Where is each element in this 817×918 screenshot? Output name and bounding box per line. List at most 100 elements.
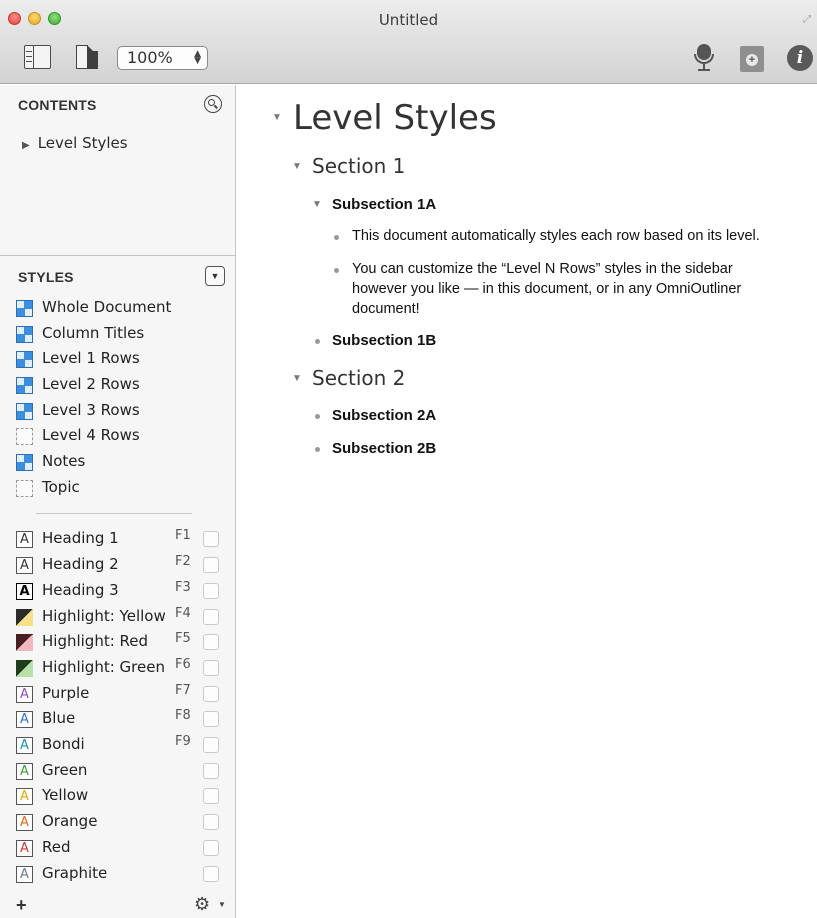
shortcut-key: F3	[175, 580, 191, 595]
outline-row-level-2[interactable]: Section 2	[312, 366, 405, 390]
chevron-down-icon[interactable]: ▼	[218, 900, 226, 909]
style-label: Yellow	[42, 786, 89, 804]
outline-row-level-3[interactable]: Subsection 1A	[332, 196, 436, 213]
bullet-icon	[334, 268, 339, 273]
letter-a-icon: A	[16, 763, 33, 780]
info-icon[interactable]: i	[787, 45, 813, 71]
letter-a-icon: A	[16, 531, 33, 548]
style-checkbox[interactable]	[203, 686, 219, 702]
letter-a-icon: A	[16, 866, 33, 883]
highlight-yellow-icon	[16, 609, 33, 626]
letter-a-icon: A	[16, 788, 33, 805]
highlight-green-icon	[16, 660, 33, 677]
style-checkbox[interactable]	[203, 583, 219, 599]
outline-row-level-3[interactable]: Subsection 2B	[332, 440, 436, 457]
bullet-icon	[334, 235, 339, 240]
contents-item-level-styles[interactable]: ▶ Level Styles	[22, 134, 128, 152]
style-swatch-empty-icon	[16, 480, 33, 497]
style-label: Level 2 Rows	[42, 375, 140, 393]
styles-menu-button[interactable]: ▼	[205, 266, 225, 286]
style-checkbox[interactable]	[203, 660, 219, 676]
gear-icon[interactable]: ⚙	[194, 894, 210, 915]
bullet-icon	[315, 339, 320, 344]
inspector-toggle-icon[interactable]	[76, 45, 98, 69]
contents-item-label: Level Styles	[37, 134, 128, 152]
row-text-line: You can customize the “Level N Rows” sty…	[352, 261, 733, 277]
letter-a-icon: A	[16, 686, 33, 703]
shortcut-key: F2	[175, 554, 191, 569]
style-label: Graphite	[42, 864, 108, 882]
outline-row-level-4[interactable]: This document automatically styles each …	[352, 226, 760, 246]
style-label: Purple	[42, 684, 90, 702]
outline-row-level-3[interactable]: Subsection 1B	[332, 332, 436, 349]
row-text-line: document!	[352, 301, 420, 317]
highlight-red-icon	[16, 634, 33, 651]
style-label: Orange	[42, 812, 98, 830]
style-swatch-icon	[16, 454, 33, 471]
style-label: Level 3 Rows	[42, 401, 140, 419]
style-label: Whole Document	[42, 298, 172, 316]
style-checkbox[interactable]	[203, 788, 219, 804]
shortcut-key: F5	[175, 631, 191, 646]
style-checkbox[interactable]	[203, 711, 219, 727]
style-label: Blue	[42, 709, 76, 727]
add-attachment-icon[interactable]: +	[740, 46, 764, 72]
letter-a-bold-icon: A	[16, 583, 33, 600]
collapse-triangle-icon[interactable]: ▼	[272, 112, 282, 123]
style-label: Notes	[42, 452, 86, 470]
style-checkbox[interactable]	[203, 840, 219, 856]
style-swatch-icon	[16, 403, 33, 420]
stepper-arrows-icon[interactable]: ▲ ▼	[194, 50, 201, 66]
style-checkbox[interactable]	[203, 866, 219, 882]
style-checkbox[interactable]	[203, 609, 219, 625]
sidebar-toggle-icon[interactable]	[24, 45, 51, 69]
shortcut-key: F1	[175, 528, 191, 543]
style-swatch-icon	[16, 300, 33, 317]
letter-a-icon: A	[16, 711, 33, 728]
style-swatch-empty-icon	[16, 428, 33, 445]
shortcut-key: F6	[175, 657, 191, 672]
disclosure-triangle-icon[interactable]: ▶	[22, 140, 30, 151]
shortcut-key: F8	[175, 708, 191, 723]
style-label: Level 4 Rows	[42, 426, 140, 444]
style-label: Bondi	[42, 735, 85, 753]
style-checkbox[interactable]	[203, 557, 219, 573]
style-label: Highlight: Red	[42, 632, 149, 650]
style-label: Heading 2	[42, 555, 119, 573]
style-swatch-icon	[16, 351, 33, 368]
style-checkbox[interactable]	[203, 737, 219, 753]
collapse-triangle-icon[interactable]: ▼	[292, 373, 302, 384]
search-icon[interactable]	[204, 95, 222, 113]
style-label: Red	[42, 838, 71, 856]
row-text-line: however you like — in this document, or …	[352, 281, 742, 297]
style-checkbox[interactable]	[203, 531, 219, 547]
letter-a-icon: A	[16, 737, 33, 754]
style-swatch-icon	[16, 326, 33, 343]
collapse-triangle-icon[interactable]: ▼	[292, 161, 302, 172]
contents-header: CONTENTS	[18, 97, 97, 113]
row-text-line: This document automatically styles each …	[352, 228, 760, 244]
style-label: Topic	[42, 478, 80, 496]
window-title: Untitled	[378, 11, 439, 29]
microphone-icon[interactable]	[694, 44, 714, 74]
style-label: Highlight: Yellow	[42, 607, 166, 625]
window-titlebar: Untitled ⤢ 100% ▲ ▼ + i	[0, 0, 817, 84]
sidebar-split-divider[interactable]	[0, 255, 236, 256]
styles-header: STYLES	[18, 269, 74, 285]
style-checkbox[interactable]	[203, 814, 219, 830]
zoom-select[interactable]: 100% ▲ ▼	[117, 46, 208, 70]
outline-editor[interactable]: ▼ Level Styles ▼ Section 1 ▼ Subsection …	[237, 85, 817, 918]
outline-row-level-4[interactable]: You can customize the “Level N Rows” sty…	[352, 259, 741, 319]
style-label: Heading 1	[42, 529, 119, 547]
collapse-triangle-icon[interactable]: ▼	[312, 199, 322, 210]
outline-row-level-3[interactable]: Subsection 2A	[332, 407, 436, 424]
outline-row-level-1[interactable]: Level Styles	[293, 98, 497, 138]
letter-a-icon: A	[16, 840, 33, 857]
fullscreen-icon[interactable]: ⤢	[803, 14, 815, 26]
add-style-button[interactable]: +	[16, 895, 27, 916]
bullet-icon	[315, 414, 320, 419]
shortcut-key: F4	[175, 606, 191, 621]
outline-row-level-2[interactable]: Section 1	[312, 154, 405, 178]
style-checkbox[interactable]	[203, 763, 219, 779]
style-checkbox[interactable]	[203, 634, 219, 650]
